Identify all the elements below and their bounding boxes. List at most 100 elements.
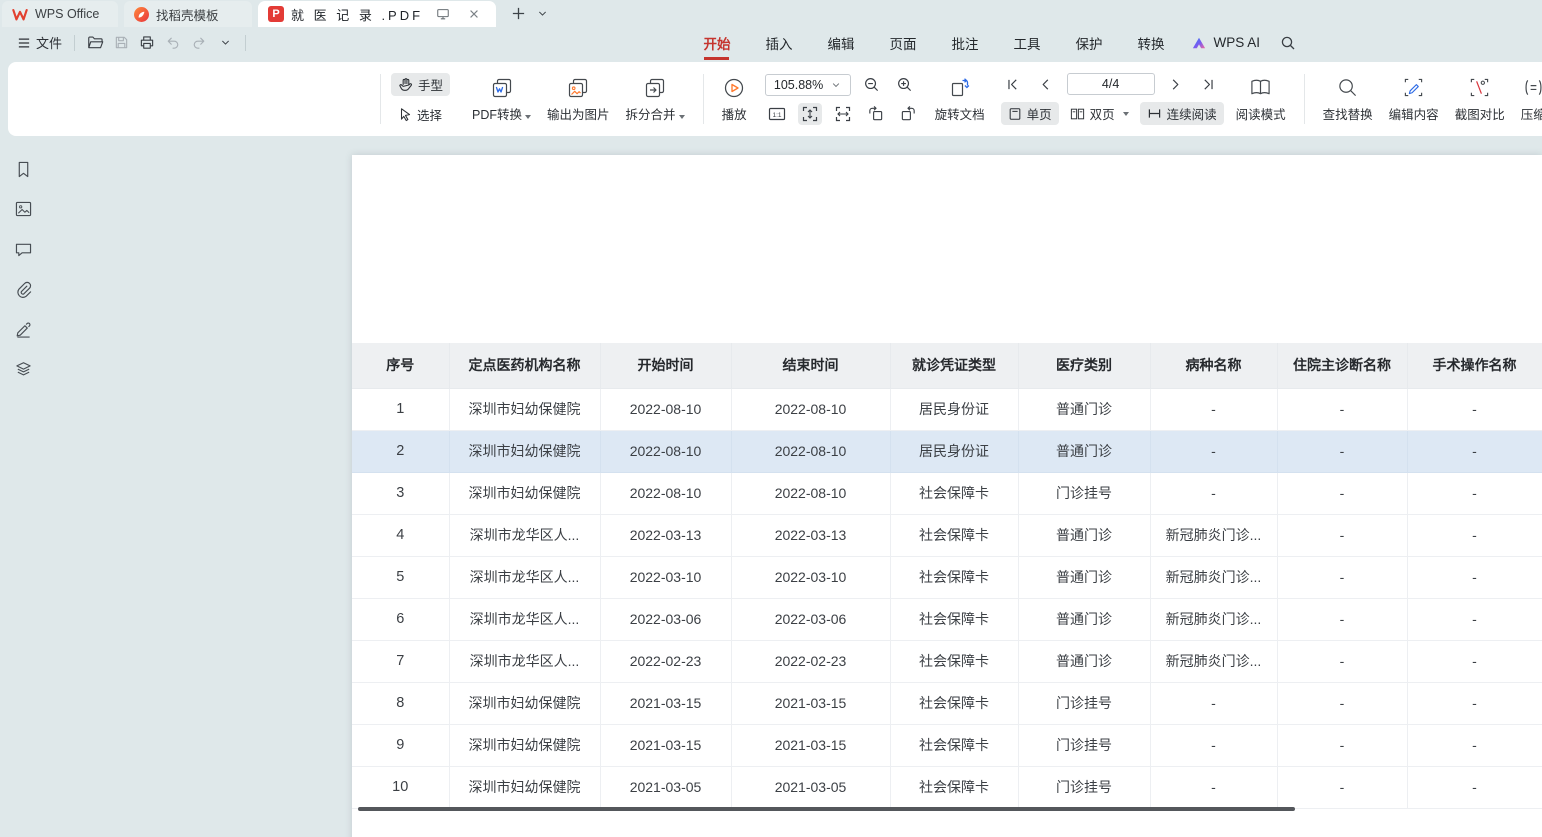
screenshot-compare-button[interactable]: 截图对比 [1447, 72, 1513, 127]
divider [1304, 74, 1305, 124]
embedded-horizontal-scrollbar[interactable] [358, 807, 1295, 811]
rotate-document-button[interactable]: 旋转文档 [927, 72, 993, 127]
quickbar-chevron-icon[interactable] [212, 32, 238, 54]
attachment-icon[interactable] [12, 280, 34, 298]
table-cell: 2022-03-10 [600, 556, 731, 598]
menu-annotate[interactable]: 批注 [950, 29, 979, 57]
wps-logo-icon [12, 8, 28, 21]
page-indicator-input[interactable]: 4/4 [1067, 73, 1155, 95]
last-page-button[interactable] [1197, 73, 1221, 95]
table-cell: 2022-08-10 [731, 472, 890, 514]
menu-bar: 文件 开始 插入 编辑 页面 批注 工具 保护 转换 [0, 27, 1542, 58]
signature-icon[interactable] [12, 320, 34, 338]
table-cell: 深圳市妇幼保健院 [449, 430, 600, 472]
pdf-convert-button[interactable]: PDF转换 [464, 72, 539, 127]
tab-label: WPS Office [35, 7, 99, 21]
save-button[interactable] [108, 32, 134, 54]
screenshot-compare-icon [1469, 76, 1490, 100]
first-page-button[interactable] [1001, 73, 1025, 95]
continuous-read-button[interactable]: 连续阅读 [1140, 102, 1224, 125]
undo-button[interactable] [160, 32, 186, 54]
menu-start[interactable]: 开始 [702, 29, 731, 57]
menu-protect[interactable]: 保护 [1074, 29, 1103, 57]
compress-button[interactable]: 压缩 [1513, 72, 1542, 127]
table-cell: 普通门诊 [1018, 514, 1150, 556]
table-cell: 2022-03-13 [600, 514, 731, 556]
wps-ai-button[interactable]: WPS AI [1191, 35, 1260, 50]
zoom-out-button[interactable] [860, 74, 884, 96]
fit-page-button[interactable] [798, 103, 822, 125]
new-tab-button[interactable] [506, 0, 530, 27]
col-header-end-time: 结束时间 [731, 343, 890, 388]
rotate-document-icon [949, 76, 971, 100]
hand-tool-button[interactable]: 手型 [391, 73, 450, 96]
menu-edit[interactable]: 编辑 [826, 29, 855, 57]
comment-icon[interactable] [12, 240, 34, 258]
menu-insert[interactable]: 插入 [764, 29, 793, 57]
table-cell: 深圳市妇幼保健院 [449, 472, 600, 514]
prev-page-button[interactable] [1034, 73, 1058, 95]
thumbnail-icon[interactable] [12, 200, 34, 218]
col-header-operation-name: 手术操作名称 [1407, 343, 1542, 388]
wps-ai-logo-icon [1191, 36, 1207, 50]
split-merge-label: 拆分合并 [626, 108, 676, 122]
tab-list-chevron-icon[interactable] [530, 0, 554, 27]
svg-text:1:1: 1:1 [772, 112, 781, 119]
screenshot-compare-label: 截图对比 [1455, 104, 1505, 123]
find-replace-button[interactable]: 查找替换 [1315, 72, 1381, 127]
play-label: 播放 [722, 104, 747, 123]
tab-wps-office[interactable]: WPS Office [2, 1, 118, 27]
pdf-page[interactable]: 序号 定点医药机构名称 开始时间 结束时间 就诊凭证类型 医疗类别 病种名称 住… [352, 155, 1542, 837]
zoom-in-button[interactable] [893, 74, 917, 96]
caret-icon [679, 115, 685, 119]
select-tool-button[interactable]: 选择 [391, 103, 450, 126]
table-cell: 新冠肺炎门诊... [1150, 640, 1277, 682]
table-cell: 深圳市龙华区人... [449, 556, 600, 598]
redo-button[interactable] [186, 32, 212, 54]
tab-document-active[interactable]: P 就 医 记 录 .PDF [258, 1, 496, 27]
find-replace-label: 查找替换 [1323, 104, 1373, 123]
table-cell: 10 [352, 766, 449, 808]
tab-monitor-icon[interactable] [431, 7, 455, 21]
rotate-left-button[interactable] [864, 103, 888, 125]
edit-content-button[interactable]: 编辑内容 [1381, 72, 1447, 127]
caret-icon [1123, 112, 1129, 116]
table-row: 3深圳市妇幼保健院2022-08-102022-08-10社会保障卡门诊挂号--… [352, 472, 1542, 514]
continuous-read-label: 连续阅读 [1167, 104, 1217, 123]
play-button[interactable]: 播放 [714, 72, 755, 127]
divider [245, 35, 246, 51]
file-menu-label: 文件 [36, 33, 62, 52]
layers-icon[interactable] [12, 360, 34, 378]
book-icon [1249, 76, 1272, 100]
fit-width-button[interactable] [831, 103, 855, 125]
bookmark-icon[interactable] [12, 160, 34, 178]
zoom-level-input[interactable]: 105.88% [765, 74, 851, 96]
docer-icon [134, 7, 149, 22]
double-page-label: 双页 [1090, 104, 1115, 123]
read-mode-button[interactable]: 阅读模式 [1228, 72, 1294, 127]
single-page-button[interactable]: 单页 [1001, 102, 1059, 125]
open-folder-button[interactable] [82, 32, 108, 54]
tab-close-icon[interactable] [462, 8, 486, 20]
double-page-button[interactable]: 双页 [1063, 102, 1136, 125]
split-merge-button[interactable]: 拆分合并 [618, 72, 693, 127]
next-page-button[interactable] [1164, 73, 1188, 95]
edit-content-label: 编辑内容 [1389, 104, 1439, 123]
menu-page[interactable]: 页面 [888, 29, 917, 57]
print-button[interactable] [134, 32, 160, 54]
menu-search-icon[interactable] [1280, 35, 1296, 51]
table-cell: - [1407, 724, 1542, 766]
menu-convert[interactable]: 转换 [1136, 29, 1165, 57]
document-title: 就 医 记 录 .PDF [291, 5, 424, 24]
file-menu-button[interactable]: 文件 [12, 30, 67, 55]
table-cell: - [1407, 766, 1542, 808]
menu-tools[interactable]: 工具 [1012, 29, 1041, 57]
table-cell: 2022-08-10 [600, 430, 731, 472]
rotate-right-button[interactable] [897, 103, 921, 125]
table-cell: - [1277, 598, 1407, 640]
table-cell: - [1277, 388, 1407, 430]
export-image-button[interactable]: 输出为图片 [539, 72, 618, 127]
actual-size-button[interactable]: 1:1 [765, 103, 789, 125]
tab-docer[interactable]: 找稻壳模板 [124, 1, 252, 27]
read-mode-label: 阅读模式 [1236, 104, 1286, 123]
